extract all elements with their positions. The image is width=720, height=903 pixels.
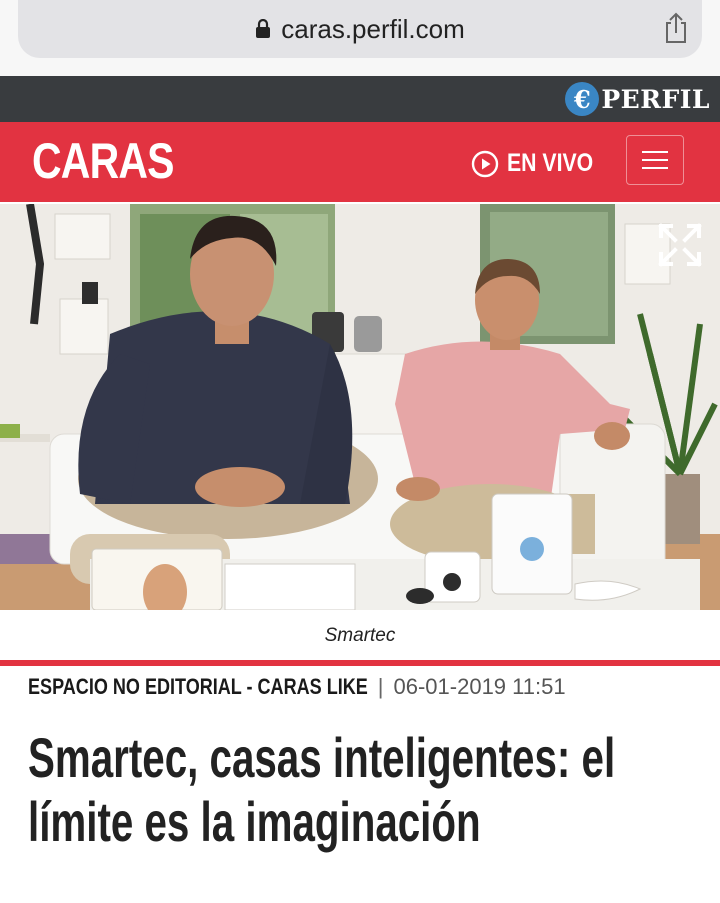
network-bar: € PERFIL — [0, 76, 720, 122]
hamburger-menu-icon[interactable] — [626, 135, 684, 185]
live-button[interactable]: EN VIVO — [471, 149, 608, 178]
perfil-logo[interactable]: € PERFIL — [565, 82, 710, 116]
lock-icon — [256, 19, 271, 38]
live-label: EN VIVO — [507, 149, 594, 177]
hero-image — [0, 204, 720, 610]
expand-icon[interactable] — [657, 222, 703, 268]
caras-logo[interactable]: CARAS — [32, 132, 175, 190]
perfil-logo-text: PERFIL — [601, 84, 710, 114]
play-circle-icon — [471, 150, 499, 177]
url-text: caras.perfil.com — [281, 13, 465, 44]
share-icon[interactable] — [662, 12, 690, 44]
perfil-logo-mark: € — [565, 82, 600, 116]
article-meta: ESPACIO NO EDITORIAL - CARAS LIKE | 06-0… — [28, 674, 566, 700]
article-title: Smartec, casas inteligentes: el límite e… — [28, 726, 616, 853]
address-bar[interactable]: caras.perfil.com — [18, 0, 702, 58]
hero-photo — [0, 204, 720, 610]
article-date: 06-01-2019 11:51 — [393, 674, 566, 699]
site-header: CARAS EN VIVO — [0, 122, 720, 202]
article-section-link[interactable]: ESPACIO NO EDITORIAL - CARAS LIKE — [28, 674, 368, 700]
meta-separator: | — [377, 674, 384, 699]
divider — [0, 660, 720, 666]
browser-toolbar: caras.perfil.com — [0, 0, 720, 76]
image-caption: Smartec — [324, 625, 396, 646]
